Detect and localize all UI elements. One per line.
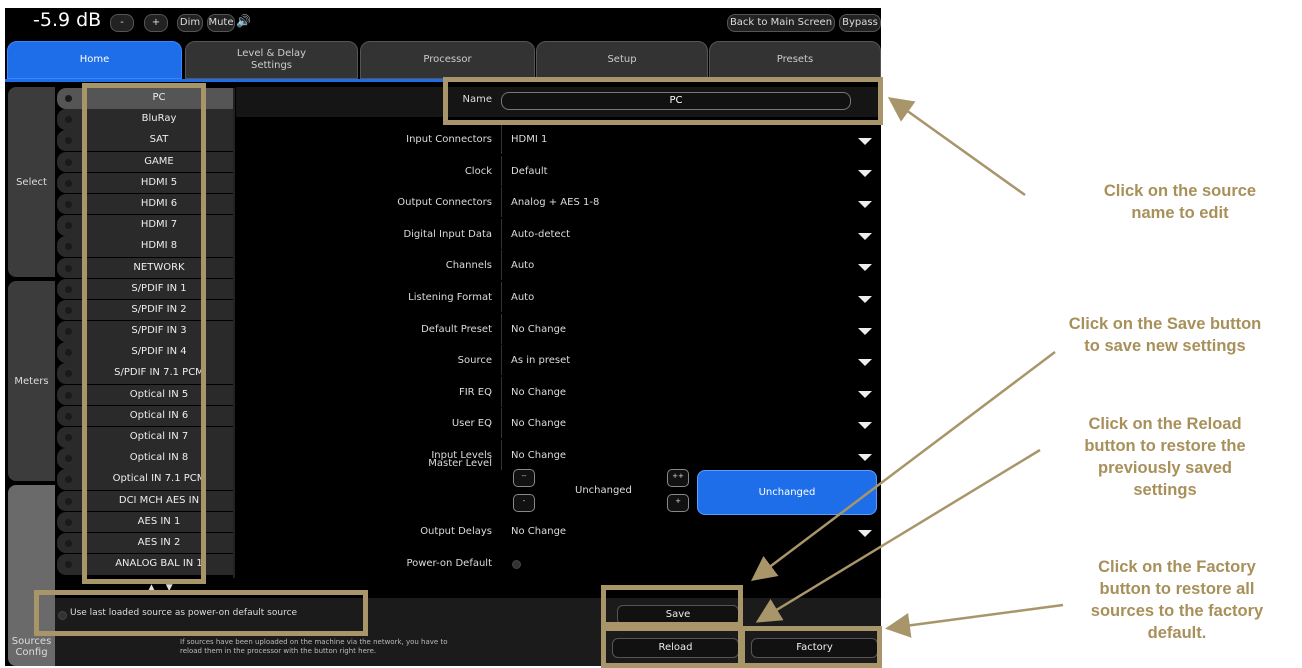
annotation-factory: Click on the Factory button to restore a… <box>1090 558 1264 642</box>
annotation-reload: Click on the Reload button to restore th… <box>1084 415 1246 499</box>
arrow-edit-name <box>887 97 1026 197</box>
annotation-edit-name: Click on the source name to edit <box>1103 182 1257 222</box>
arrow-save <box>751 351 1056 582</box>
annotation-save: Click on the Save button to save new set… <box>1068 315 1262 355</box>
arrow-factory <box>885 603 1064 638</box>
arrow-reload <box>755 448 1041 623</box>
